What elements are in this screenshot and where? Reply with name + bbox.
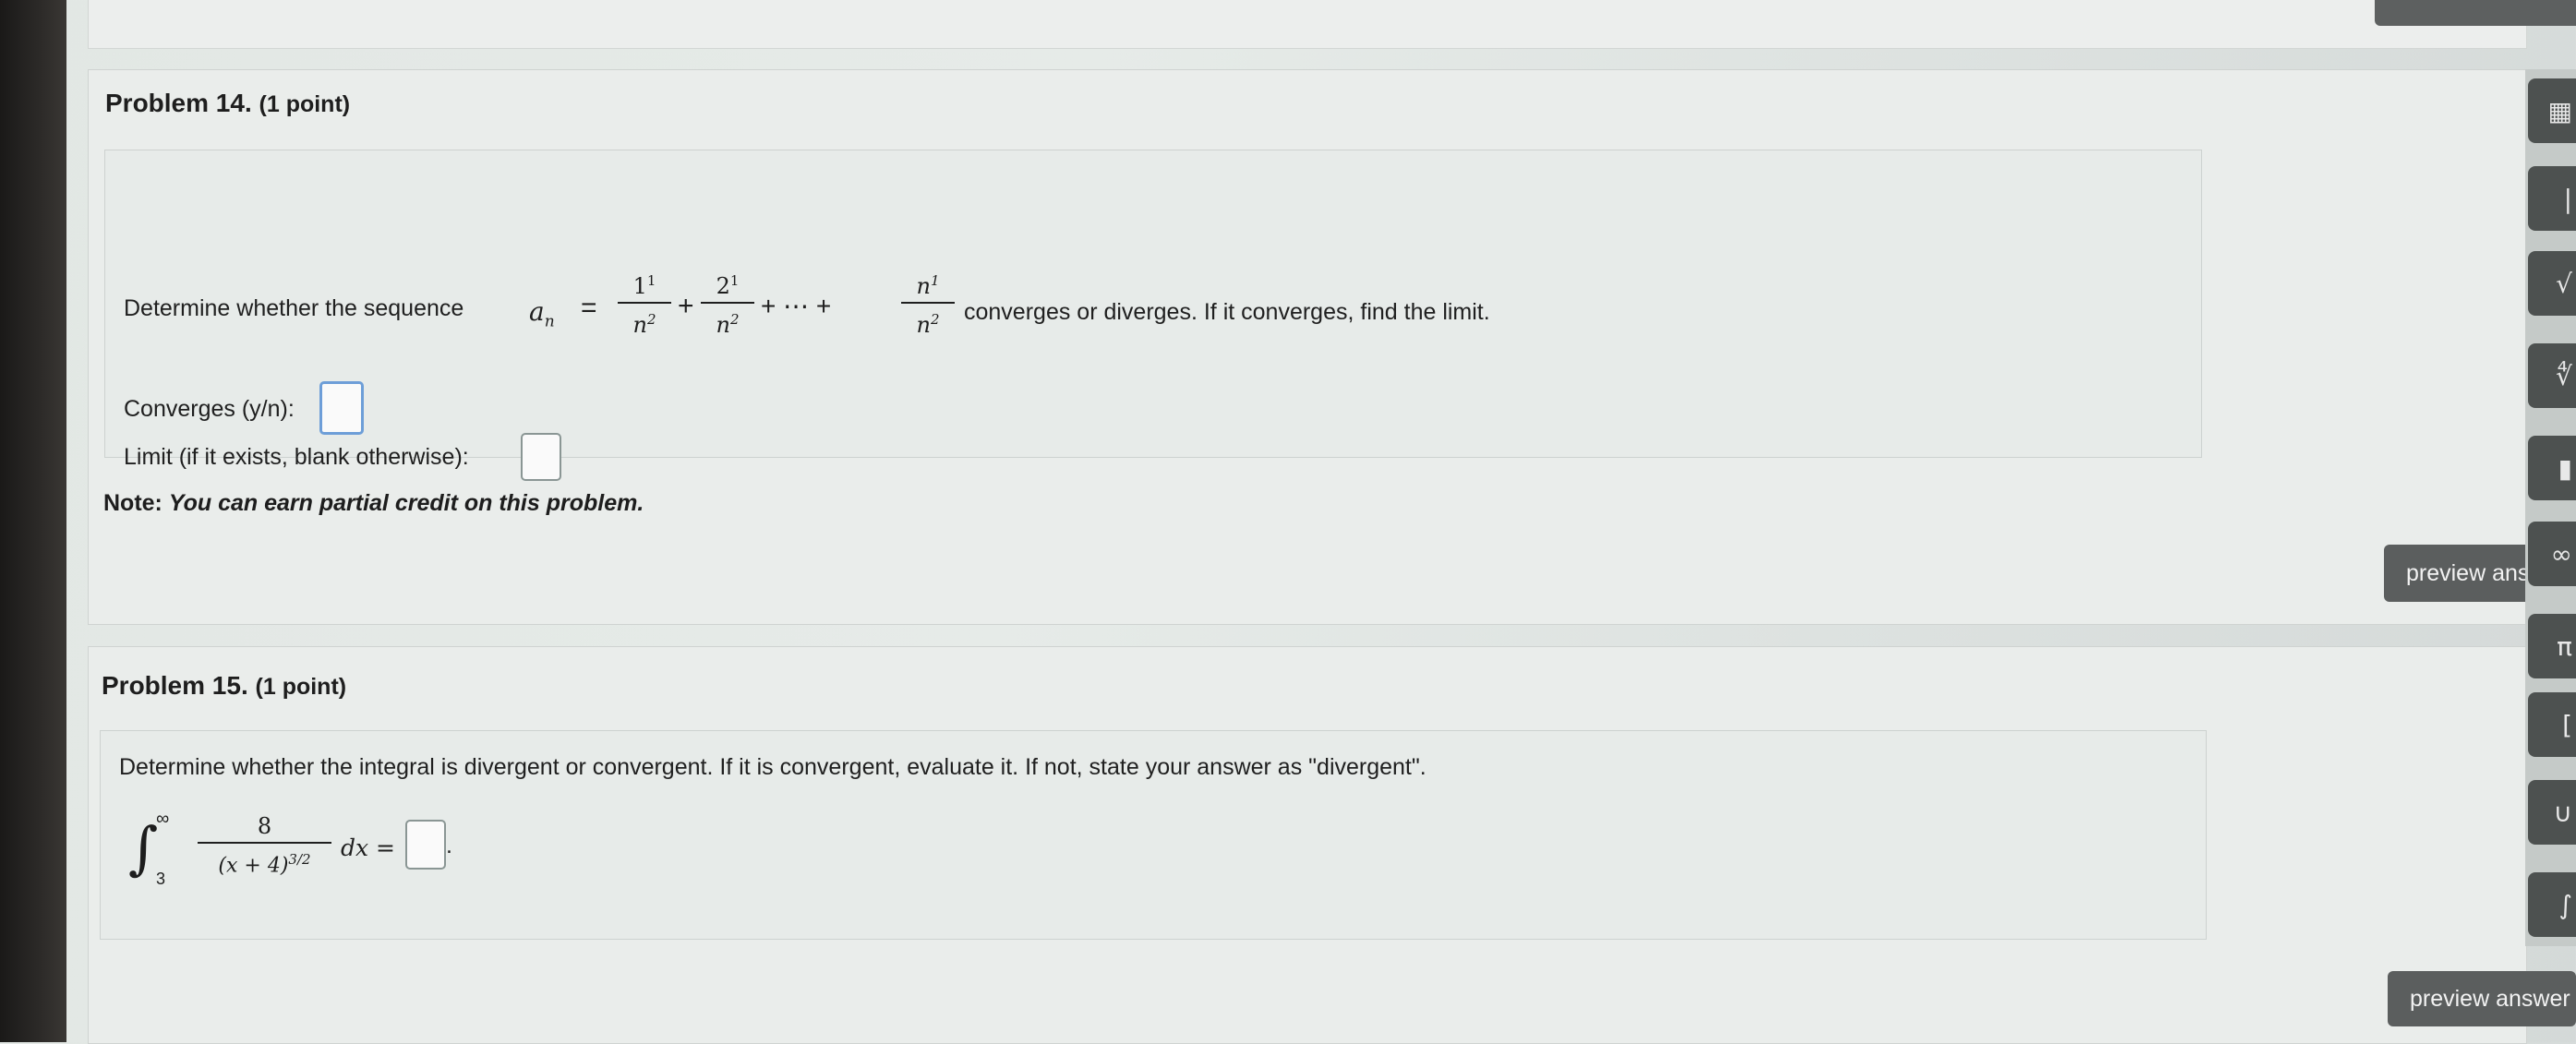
- matrix-icon[interactable]: ▦: [2528, 78, 2576, 143]
- integrand-fraction: 8 (x + 4)3/2: [198, 812, 331, 880]
- integral-answer-input[interactable]: [405, 820, 446, 870]
- problem-15-card: Problem 15. (1 point) Determine whether …: [88, 646, 2527, 1044]
- plus-sign: +: [678, 291, 694, 321]
- integral-upper-limit: ∞: [156, 809, 170, 829]
- block-icon[interactable]: ▮: [2528, 436, 2576, 500]
- infinity-icon[interactable]: ∞: [2528, 522, 2576, 586]
- sqrt-icon[interactable]: √: [2528, 251, 2576, 316]
- preview-answer-button-15[interactable]: preview answer: [2388, 971, 2576, 1026]
- integral-icon[interactable]: ∫: [2528, 872, 2576, 937]
- sequence-statement: Determine whether the sequence: [124, 295, 464, 321]
- integral-sign: ∫: [128, 814, 159, 882]
- sequence-statement-suffix: converges or diverges. If it converges, …: [964, 299, 1490, 325]
- integral-dx: dx =: [341, 834, 395, 861]
- equals-sign: =: [581, 293, 597, 323]
- term-2-fraction: 21 n2: [701, 267, 754, 339]
- converges-answer-input[interactable]: [319, 381, 364, 435]
- previous-problem-footer: [88, 0, 2527, 49]
- term-1-fraction: 11 n2: [618, 267, 671, 339]
- partial-credit-note: Note: You can earn partial credit on thi…: [103, 490, 644, 516]
- ellipsis-plus: + ⋯ +: [761, 292, 832, 320]
- bracket-icon[interactable]: [: [2528, 692, 2576, 757]
- problem-14-title: Problem 14. (1 point): [105, 89, 351, 117]
- preview-answers-button-top[interactable]: [2375, 0, 2576, 26]
- term-n-fraction: n1 n2: [901, 267, 955, 339]
- bar-icon[interactable]: |: [2528, 166, 2576, 231]
- pi-icon[interactable]: π: [2528, 614, 2576, 678]
- integral-statement: Determine whether the integral is diverg…: [119, 754, 1426, 780]
- limit-answer-input[interactable]: [521, 433, 561, 481]
- preview-answer-button-14[interactable]: preview ans: [2384, 545, 2532, 602]
- limit-label: Limit (if it exists, blank otherwise):: [124, 444, 469, 470]
- problem-15-body: Determine whether the integral is diverg…: [100, 730, 2207, 940]
- nth-root-icon[interactable]: ∜: [2528, 343, 2576, 408]
- problem-15-title: Problem 15. (1 point): [102, 671, 347, 700]
- problem-14-card: Problem 14. (1 point) Determine whether …: [88, 69, 2527, 625]
- union-icon[interactable]: ∪: [2528, 780, 2576, 845]
- screen-bezel: [0, 0, 66, 1042]
- problem-14-body: Determine whether the sequence an = 11 n…: [104, 150, 2202, 481]
- converges-label: Converges (y/n):: [124, 396, 295, 422]
- integral-lower-limit: 3: [156, 870, 166, 888]
- period: .: [446, 833, 452, 858]
- sequence-symbol: an: [529, 296, 555, 331]
